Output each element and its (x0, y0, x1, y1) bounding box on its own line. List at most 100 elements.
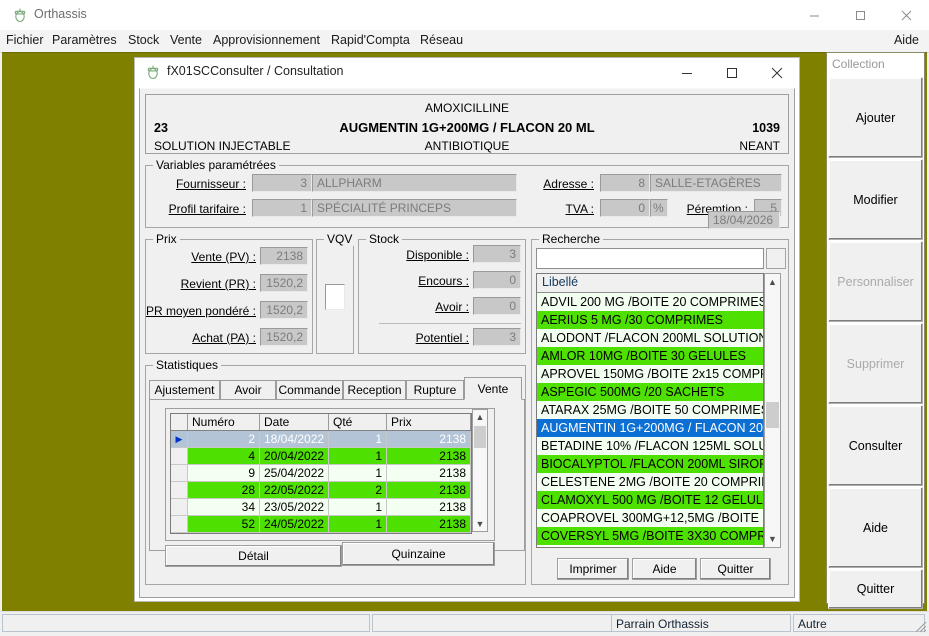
close-icon[interactable] (883, 0, 929, 30)
aide-button[interactable]: Aide (632, 558, 697, 580)
statistiques-caption: Statistiques (153, 358, 222, 372)
minimize-icon[interactable] (664, 58, 709, 87)
list-item[interactable]: COVERSYL 5MG /BOITE 3X30 COMPRIMES (537, 527, 763, 545)
list-item[interactable]: ALODONT /FLACON 200ML SOLUTION (537, 329, 763, 347)
menu-item-parametres[interactable]: Paramètres (48, 33, 121, 47)
table-row[interactable]: ▶ 2 18/04/2022 1 2138 (171, 431, 471, 448)
supprimer-button: Supprimer (828, 323, 923, 404)
vqv-field[interactable] (325, 284, 345, 310)
adresse-code-field: 8 (600, 174, 650, 192)
tab-reception[interactable]: Reception (343, 380, 406, 399)
table-row[interactable]: 28 22/05/2022 2 2138 (171, 482, 471, 499)
variables-caption: Variables paramétrées (153, 158, 279, 172)
list-item-selected[interactable]: AUGMENTIN 1G+200MG / FLACON 20 ML (537, 419, 763, 437)
recherche-caption: Recherche (539, 232, 604, 246)
cell-prix: 2138 (387, 482, 471, 498)
menu-item-vente[interactable]: Vente (166, 33, 206, 47)
quitter-button[interactable]: Quitter (700, 558, 771, 580)
product-header: AMOXICILLINE 23 AUGMENTIN 1G+200MG / FLA… (145, 94, 789, 154)
tab-commande[interactable]: Commande (276, 380, 343, 399)
cell-qte: 1 (329, 516, 387, 532)
menu-item-fichier[interactable]: Fichier (2, 33, 48, 47)
consulter-button[interactable]: Consulter (828, 405, 923, 486)
list-item[interactable]: ADVIL 200 MG /BOITE 20 COMPRIMES (537, 293, 763, 311)
list-item[interactable]: BETADINE 10% /FLACON 125ML SOLUTION (537, 437, 763, 455)
encours-label: Encours : (418, 274, 469, 288)
minimize-icon[interactable] (791, 0, 837, 30)
search-input[interactable] (536, 248, 764, 269)
list-item[interactable]: ATARAX 25MG /BOITE 50 COMPRIMES (537, 401, 763, 419)
scroll-up-icon[interactable]: ▲ (473, 410, 487, 424)
menu-item-aide[interactable]: Aide (890, 33, 923, 47)
tab-avoir[interactable]: Avoir (220, 380, 276, 399)
menu-bar: Fichier Paramètres Stock Vente Approvisi… (0, 30, 929, 53)
scrollbar-thumb[interactable] (766, 402, 779, 428)
table-row[interactable]: 52 24/05/2022 1 2138 (171, 516, 471, 533)
table-row[interactable]: 9 25/04/2022 1 2138 (171, 465, 471, 482)
list-item[interactable]: APROVEL 150MG /BOITE 2x15 COMPRIMES (537, 365, 763, 383)
menu-item-stock[interactable]: Stock (124, 33, 163, 47)
row-marker-header (171, 414, 188, 430)
encours-field: 0 (473, 271, 521, 289)
menu-item-rapid-compta[interactable]: Rapid'Compta (327, 33, 414, 47)
ajouter-button[interactable]: Ajouter (828, 77, 923, 158)
column-header-qte[interactable]: Qté (329, 414, 387, 430)
tab-ajustement[interactable]: Ajustement (149, 380, 220, 399)
row-marker (171, 448, 188, 464)
quinzaine-button[interactable]: Quinzaine (342, 542, 495, 566)
modifier-button[interactable]: Modifier (828, 159, 923, 240)
vente-pv-field: 2138 (260, 247, 308, 265)
list-item[interactable]: COAPROVEL 300MG+12,5MG /BOITE 90 COMPR (537, 509, 763, 527)
scroll-up-icon[interactable]: ▲ (765, 275, 780, 289)
resize-grip-icon[interactable] (913, 619, 927, 633)
maximize-icon[interactable] (837, 0, 883, 30)
vqv-groupbox: VQV (316, 232, 356, 354)
table-vertical-scrollbar[interactable]: ▲ ▼ (472, 409, 488, 532)
table-row[interactable]: 34 23/05/2022 1 2138 (171, 499, 471, 516)
product-code-right: 1039 (752, 121, 780, 135)
detail-button[interactable]: Détail (165, 545, 342, 567)
maximize-icon[interactable] (709, 58, 754, 87)
imprimer-button[interactable]: Imprimer (557, 558, 629, 580)
list-item[interactable]: BIOCALYPTOL /FLACON 200ML SIROP (537, 455, 763, 473)
search-button[interactable] (766, 248, 786, 269)
recherche-listbox[interactable]: Libellé ADVIL 200 MG /BOITE 20 COMPRIMES… (536, 273, 764, 548)
cell-numero: 2 (188, 431, 260, 447)
cell-prix: 2138 (387, 499, 471, 515)
list-item[interactable]: CLAMOXYL 500 MG /BOITE 12 GELULES (537, 491, 763, 509)
dialog-title: fX01SCConsulter / Consultation (167, 64, 344, 78)
status-cell-parrain: Parrain Orthassis (611, 614, 791, 632)
collection-panel-title: Collection (832, 57, 885, 71)
table-row[interactable]: 4 20/04/2022 1 2138 (171, 448, 471, 465)
column-header-prix[interactable]: Prix (387, 414, 471, 430)
list-item[interactable]: AERIUS 5 MG /30 COMPRIMES (537, 311, 763, 329)
list-item[interactable]: ASPEGIC 500MG /20 SACHETS (537, 383, 763, 401)
scroll-down-icon[interactable]: ▼ (473, 517, 487, 531)
menu-item-reseau[interactable]: Réseau (416, 33, 467, 47)
close-icon[interactable] (754, 58, 799, 87)
vente-table[interactable]: Numéro Date Qté Prix ▶ 2 18/04/2022 1 21… (170, 413, 472, 534)
main-window-controls (791, 0, 929, 30)
scroll-down-icon[interactable]: ▼ (765, 532, 780, 546)
disponible-label: Disponible : (406, 248, 469, 262)
listbox-column-header-libelle[interactable]: Libellé (537, 274, 763, 293)
revient-pr-label: Revient (PR) : (180, 277, 256, 291)
dialog-title-bar: fX01SCConsulter / Consultation (135, 58, 799, 87)
dialog-window-controls (664, 58, 799, 87)
scrollbar-thumb[interactable] (474, 426, 486, 448)
column-header-numero[interactable]: Numéro (188, 414, 260, 430)
list-item[interactable]: AMLOR 10MG /BOITE 30 GELULES (537, 347, 763, 365)
menu-item-approvisionnement[interactable]: Approvisionnement (209, 33, 324, 47)
listbox-vertical-scrollbar[interactable]: ▲ ▼ (764, 273, 781, 548)
list-item[interactable]: CELESTENE 2MG /BOITE 20 COMPRIMES (537, 473, 763, 491)
tab-vente[interactable]: Vente (464, 377, 522, 400)
revient-pr-field: 1520,2 (260, 274, 308, 292)
cell-date: 23/05/2022 (260, 499, 329, 515)
collection-button-list: Ajouter Modifier Personnaliser Supprimer… (828, 77, 923, 610)
aide-button[interactable]: Aide (828, 487, 923, 568)
tab-rupture[interactable]: Rupture (406, 380, 464, 399)
achat-pa-field: 1520,2 (260, 328, 308, 346)
cell-qte: 1 (329, 499, 387, 515)
quitter-button[interactable]: Quitter (828, 569, 923, 609)
column-header-date[interactable]: Date (260, 414, 329, 430)
